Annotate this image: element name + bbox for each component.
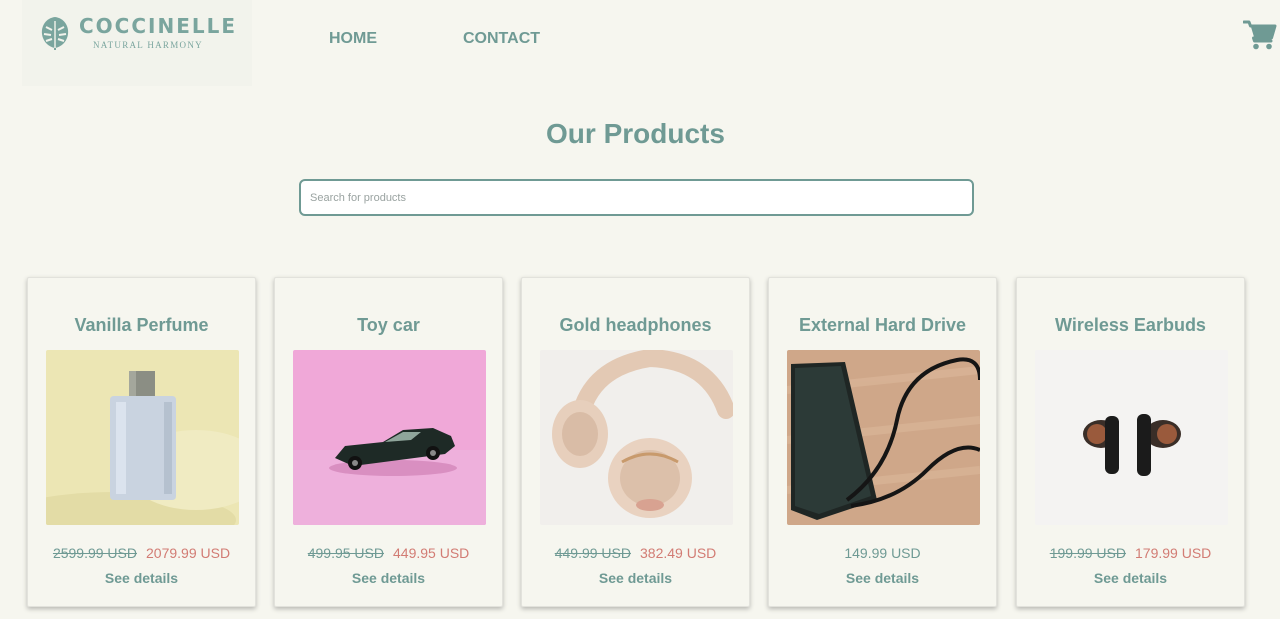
original-price: 499.95 USD xyxy=(307,545,384,561)
product-card[interactable]: Wireless Earbuds 199.99 USD 179.99 USD Se… xyxy=(1016,277,1245,607)
product-card[interactable]: External Hard Drive 149.99 USD See detai… xyxy=(768,277,997,607)
brand-logo[interactable]: COCCINELLE NATURAL HARMONY xyxy=(22,0,252,86)
original-price: 2599.99 USD xyxy=(52,545,137,561)
price-row: 149.99 USD xyxy=(769,545,996,561)
see-details-link[interactable]: See details xyxy=(275,570,502,586)
original-price: 199.99 USD xyxy=(1049,545,1126,561)
product-title: Gold headphones xyxy=(559,315,712,335)
brand-tagline: NATURAL HARMONY xyxy=(93,40,203,50)
price: 149.99 USD xyxy=(844,545,921,561)
brand-name: COCCINELLE xyxy=(79,14,238,38)
nav-home-link[interactable]: HOME xyxy=(329,30,377,48)
product-title: Vanilla Perfume xyxy=(74,315,209,335)
product-card[interactable]: Gold headphones 449.99 USD 382.49 USD See… xyxy=(521,277,750,607)
monstera-leaf-icon xyxy=(41,17,69,50)
sale-price: 382.49 USD xyxy=(640,545,717,561)
page-title: Our Products xyxy=(546,118,725,149)
see-details-link[interactable]: See details xyxy=(1017,570,1244,586)
price-row: 2599.99 USD 2079.99 USD xyxy=(28,545,255,561)
price-row: 499.95 USD 449.95 USD xyxy=(275,545,502,561)
see-details-link[interactable]: See details xyxy=(28,570,255,586)
product-title: Toy car xyxy=(357,315,420,335)
price-row: 199.99 USD 179.99 USD xyxy=(1017,545,1244,561)
see-details-link[interactable]: See details xyxy=(522,570,749,586)
product-image-toy-car[interactable] xyxy=(293,350,486,525)
price-row: 449.99 USD 382.49 USD xyxy=(522,545,749,561)
see-details-link[interactable]: See details xyxy=(769,570,996,586)
product-image-headphones[interactable] xyxy=(540,350,733,525)
product-card[interactable]: Vanilla Perfume 2599.99 USD 2079.99 USD S… xyxy=(27,277,256,607)
product-image-hard-drive[interactable] xyxy=(787,350,980,525)
shopping-cart-icon[interactable] xyxy=(1243,19,1277,51)
product-image-perfume[interactable] xyxy=(46,350,239,525)
nav-contact-link[interactable]: CONTACT xyxy=(463,30,540,48)
product-title: External Hard Drive xyxy=(798,315,967,335)
product-card[interactable]: Toy car 499.95 USD 449.95 USD See details xyxy=(274,277,503,607)
sale-price: 2079.99 USD xyxy=(146,545,231,561)
sale-price: 179.99 USD xyxy=(1135,545,1212,561)
product-image-earbuds[interactable] xyxy=(1035,350,1228,525)
product-title: Wireless Earbuds xyxy=(1055,315,1206,335)
sale-price: 449.95 USD xyxy=(393,545,470,561)
original-price: 449.99 USD xyxy=(554,545,631,561)
search-input[interactable] xyxy=(299,179,974,216)
